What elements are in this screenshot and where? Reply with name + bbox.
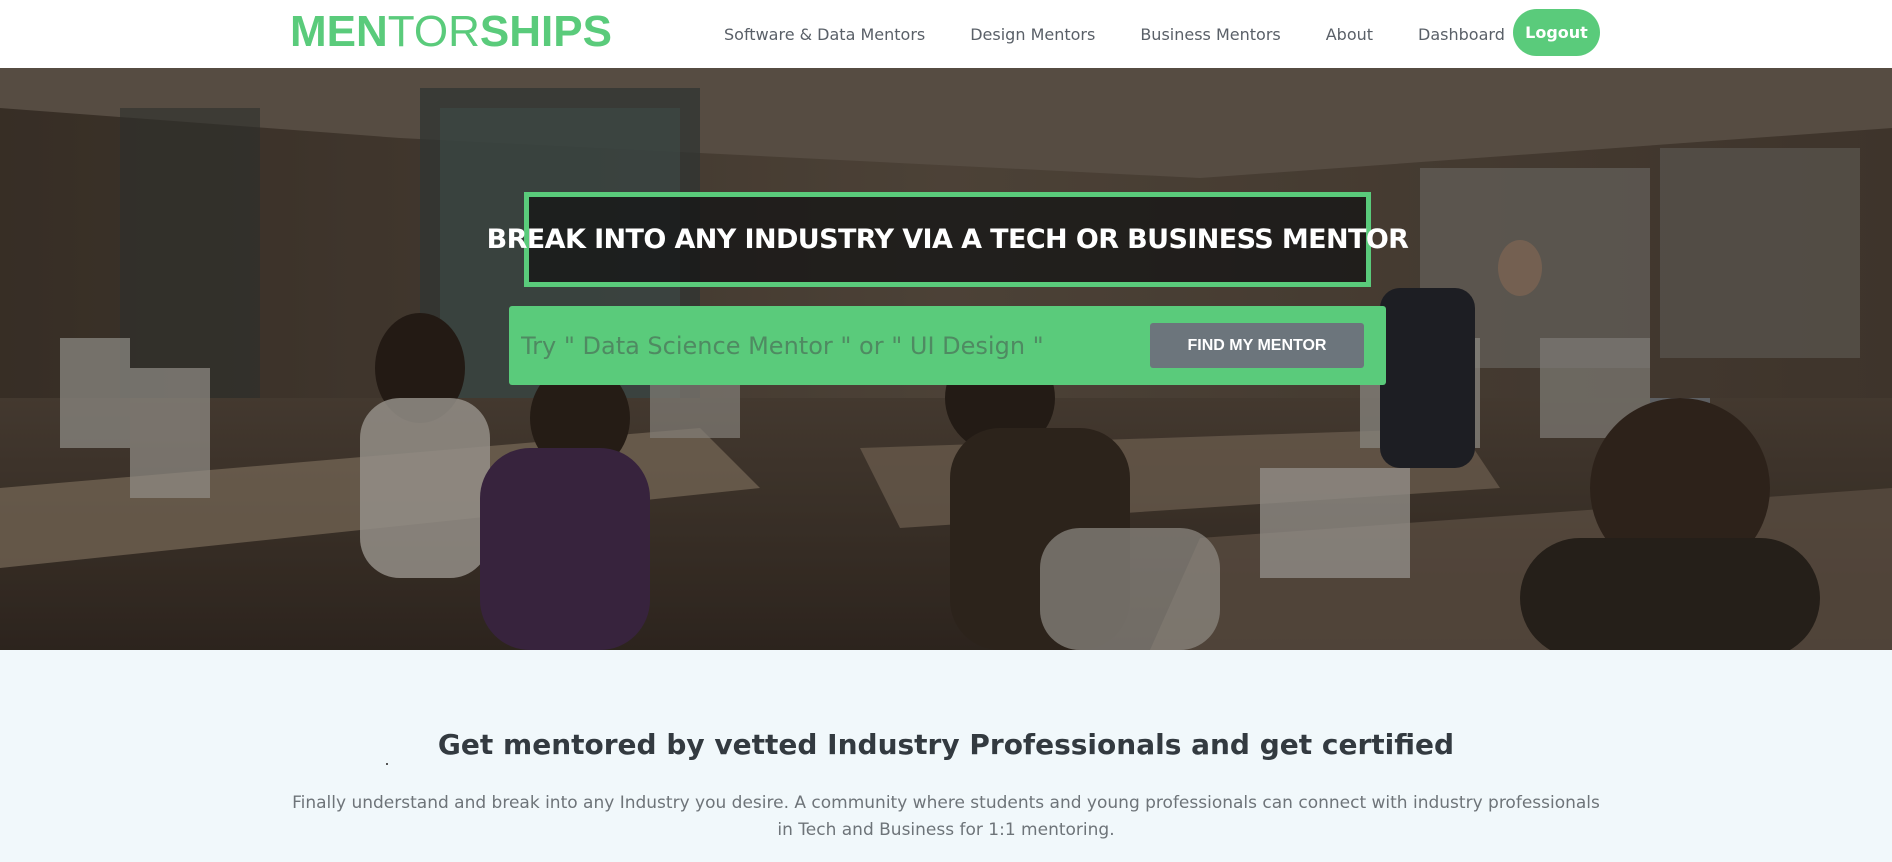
intro-section: Get mentored by vetted Industry Professi… (0, 650, 1892, 862)
nav-business-mentors[interactable]: Business Mentors (1140, 25, 1280, 44)
nav-software-data-mentors[interactable]: Software & Data Mentors (724, 25, 925, 44)
nav-dashboard[interactable]: Dashboard (1418, 25, 1505, 44)
logo-part-ships: SHIPS (479, 7, 612, 56)
hero-section: BREAK INTO ANY INDUSTRY VIA A TECH OR BU… (0, 68, 1892, 650)
logo-part-tor: TOR (387, 7, 480, 56)
nav-about[interactable]: About (1326, 25, 1373, 44)
intro-title: Get mentored by vetted Industry Professi… (437, 728, 1455, 761)
logo-part-men: MEN (290, 7, 388, 56)
decorative-dot (386, 763, 388, 765)
logout-button[interactable]: Logout (1513, 9, 1600, 56)
mentor-search-input[interactable] (521, 318, 1131, 373)
mentor-search-bar: FIND MY MENTOR (509, 306, 1386, 385)
brand-logo[interactable]: MENTORSHIPS (290, 4, 612, 60)
intro-description: Finally understand and break into any In… (292, 793, 1600, 840)
nav-design-mentors[interactable]: Design Mentors (970, 25, 1095, 44)
headline-box: BREAK INTO ANY INDUSTRY VIA A TECH OR BU… (487, 192, 1409, 287)
main-nav: Software & Data Mentors Design Mentors B… (724, 0, 1550, 68)
navbar: MENTORSHIPS Software & Data Mentors Desi… (0, 0, 1892, 68)
hero-headline: BREAK INTO ANY INDUSTRY VIA A TECH OR BU… (486, 224, 1409, 255)
find-my-mentor-button[interactable]: FIND MY MENTOR (1150, 323, 1364, 368)
